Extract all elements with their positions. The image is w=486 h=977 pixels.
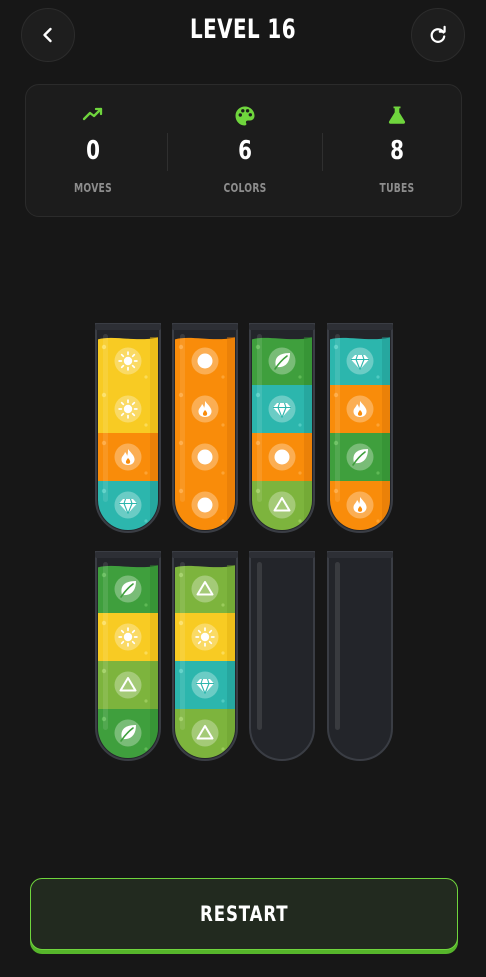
- tube-4[interactable]: [327, 323, 393, 533]
- tube-rim: [95, 552, 161, 558]
- tube-2[interactable]: [172, 323, 238, 533]
- tube-rim: [95, 324, 161, 330]
- tube-rim: [172, 552, 238, 558]
- leaf-icon: [114, 575, 142, 603]
- tube-rim: [249, 324, 315, 330]
- diamond-icon: [114, 491, 142, 519]
- leaf-icon: [114, 719, 142, 747]
- leaf-icon: [268, 347, 296, 375]
- triangle-icon: [191, 575, 219, 603]
- tube-1[interactable]: [95, 323, 161, 533]
- tube-highlight: [103, 562, 108, 730]
- triangle-icon: [268, 491, 296, 519]
- flame-icon: [346, 395, 374, 423]
- diamond-icon: [346, 347, 374, 375]
- tube-highlight: [180, 334, 185, 502]
- tube-rim: [249, 552, 315, 558]
- tube-rim: [172, 324, 238, 330]
- tube-highlight: [103, 334, 108, 502]
- tube-highlight: [335, 562, 340, 730]
- diamond-icon: [268, 395, 296, 423]
- sun-icon: [191, 623, 219, 651]
- tube-8[interactable]: [327, 551, 393, 761]
- leaf-icon: [346, 443, 374, 471]
- tube-7[interactable]: [249, 551, 315, 761]
- tube-5[interactable]: [95, 551, 161, 761]
- flame-icon: [191, 395, 219, 423]
- triangle-icon: [114, 671, 142, 699]
- tube-rim: [327, 324, 393, 330]
- circle-icon: [268, 443, 296, 471]
- circle-icon: [191, 443, 219, 471]
- sun-icon: [114, 395, 142, 423]
- tube-3[interactable]: [249, 323, 315, 533]
- restart-button[interactable]: RESTART: [30, 878, 458, 950]
- sun-icon: [114, 623, 142, 651]
- tube-rim: [327, 552, 393, 558]
- triangle-icon: [191, 719, 219, 747]
- tube-highlight: [257, 334, 262, 502]
- game-board: [95, 323, 393, 761]
- circle-icon: [191, 347, 219, 375]
- flame-icon: [346, 491, 374, 519]
- circle-icon: [191, 491, 219, 519]
- sun-icon: [114, 347, 142, 375]
- tube-highlight: [335, 334, 340, 502]
- flame-icon: [114, 443, 142, 471]
- tube-6[interactable]: [172, 551, 238, 761]
- tube-highlight: [257, 562, 262, 730]
- tube-highlight: [180, 562, 185, 730]
- restart-label: RESTART: [199, 902, 289, 926]
- diamond-icon: [191, 671, 219, 699]
